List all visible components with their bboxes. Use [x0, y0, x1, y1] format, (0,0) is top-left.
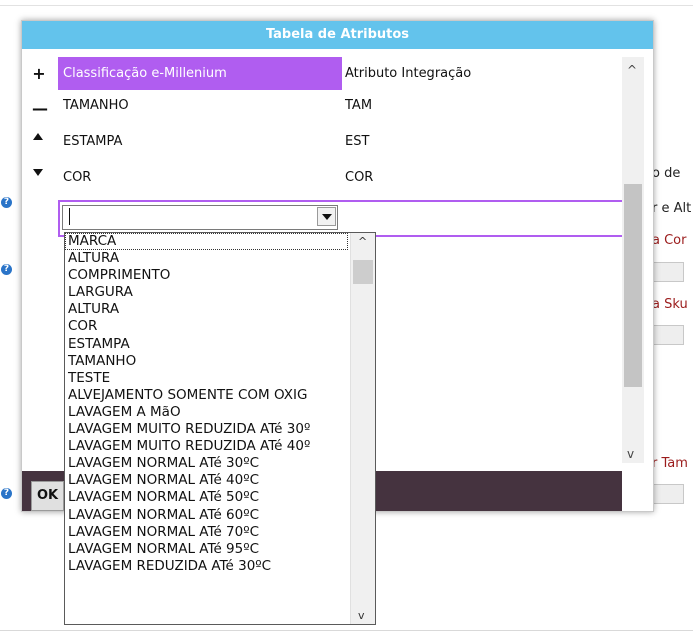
help-icon[interactable]: ? — [1, 488, 12, 499]
cell-classificacao[interactable]: COR — [63, 160, 91, 196]
dropdown-option[interactable]: LAVAGEM NORMAL ATé 60ºC — [65, 507, 348, 524]
dropdown-option[interactable]: LAVAGEM NORMAL ATé 95ºC — [65, 541, 348, 558]
dropdown-option[interactable]: COR — [65, 318, 348, 335]
cell-classificacao[interactable]: ESTAMPA — [63, 124, 122, 160]
background-input[interactable] — [652, 325, 684, 345]
dropdown-option[interactable]: ESTAMPA — [65, 336, 348, 353]
scrollbar-thumb[interactable] — [353, 260, 373, 284]
help-icon[interactable]: ? — [1, 197, 12, 208]
dropdown-scrollbar[interactable]: ^ v — [350, 233, 375, 624]
cell-atributo[interactable]: TAM — [345, 88, 372, 124]
dropdown-option[interactable]: ALTURA — [65, 301, 348, 318]
dropdown-option[interactable]: LAVAGEM NORMAL ATé 30ºC — [65, 455, 348, 472]
dropdown-option[interactable]: LAVAGEM NORMAL ATé 70ºC — [65, 524, 348, 541]
background-label: r e Alt — [652, 201, 692, 216]
dropdown-option[interactable]: ALVEJAMENTO SOMENTE COM OXIG — [65, 387, 348, 404]
classificacao-combobox[interactable] — [62, 205, 338, 230]
add-row-button[interactable]: + — [32, 66, 46, 82]
background-label: r Tam — [652, 456, 688, 471]
scroll-up-icon[interactable]: ^ — [627, 63, 637, 77]
remove-row-button[interactable]: — — [32, 101, 48, 117]
move-down-icon[interactable] — [33, 169, 43, 176]
text-cursor — [69, 208, 70, 225]
background-divider-top — [0, 5, 693, 6]
dropdown-option[interactable]: ALTURA — [65, 250, 348, 267]
dropdown-option[interactable]: COMPRIMENTO — [65, 267, 348, 284]
help-icon[interactable]: ? — [1, 264, 12, 275]
background-divider-bottom — [0, 630, 693, 631]
cell-atributo[interactable]: EST — [345, 124, 369, 160]
cell-atributo[interactable]: COR — [345, 160, 373, 196]
scroll-down-icon[interactable]: v — [627, 447, 634, 461]
dropdown-options: MARCA ALTURA COMPRIMENTO LARGURA ALTURA COR ES… — [65, 233, 348, 575]
background-input[interactable] — [652, 262, 684, 282]
dropdown-option[interactable]: LAVAGEM MUITO REDUZIDA ATé 40º — [65, 438, 348, 455]
dropdown-option[interactable]: LAVAGEM NORMAL ATé 50ºC — [65, 489, 348, 506]
scrollbar-thumb[interactable] — [624, 184, 642, 387]
chevron-down-icon[interactable] — [317, 207, 336, 226]
background-label: a Cor — [652, 233, 687, 248]
cell-classificacao[interactable]: TAMANHO — [63, 88, 129, 124]
scroll-down-icon[interactable]: v — [358, 609, 365, 622]
background-label: o de — [652, 166, 681, 181]
scroll-up-icon[interactable]: ^ — [358, 235, 367, 248]
ok-button[interactable]: OK — [31, 481, 64, 511]
dropdown-option[interactable]: TAMANHO — [65, 353, 348, 370]
dropdown-option[interactable]: LAVAGEM NORMAL ATé 40ºC — [65, 472, 348, 489]
dropdown-option[interactable]: LARGURA — [65, 284, 348, 301]
dropdown-option[interactable]: LAVAGEM MUITO REDUZIDA ATé 30º — [65, 421, 348, 438]
background-label: a Sku — [652, 297, 688, 312]
table-scrollbar[interactable]: ^ v — [622, 57, 644, 463]
classificacao-dropdown-list[interactable]: MARCA ALTURA COMPRIMENTO LARGURA ALTURA COR ES… — [64, 232, 376, 625]
dropdown-option[interactable]: LAVAGEM A MãO — [65, 404, 348, 421]
column-header-classificacao[interactable]: Classificação e-Millenium — [58, 57, 342, 90]
dropdown-option[interactable]: MARCA — [65, 233, 348, 251]
dropdown-option[interactable]: TESTE — [65, 370, 348, 387]
dialog-title: Tabela de Atributos — [22, 21, 653, 49]
dropdown-option[interactable]: LAVAGEM REDUZIDA ATé 30ºC — [65, 558, 348, 575]
column-header-atributo[interactable]: Atributo Integração — [342, 57, 625, 90]
move-up-icon[interactable] — [33, 133, 43, 140]
background-input[interactable] — [652, 484, 684, 504]
